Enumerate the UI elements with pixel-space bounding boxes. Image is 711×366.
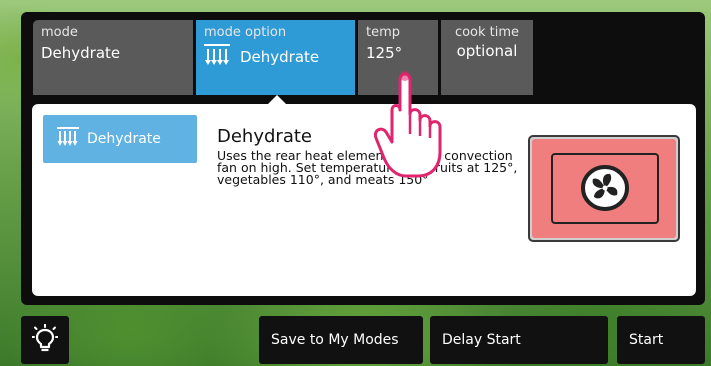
light-button[interactable] [21,316,69,364]
start-label: Start [629,332,664,348]
tab-mode-option[interactable]: mode option Dehydrate [196,20,355,95]
delay-start-label: Delay Start [442,332,521,348]
dehydrate-mode-button-label: Dehydrate [87,131,161,147]
dehydrate-element-icon [57,127,79,151]
dehydrate-mode-button[interactable]: Dehydrate [43,115,197,163]
convection-fan-icon [577,162,633,214]
tab-cook-time-value: optional [456,42,518,60]
tab-temp-value: 125° [366,44,403,62]
touch-hand-icon [370,62,450,180]
dehydrate-element-icon [204,44,230,70]
tab-mode-option-label: mode option [204,25,287,40]
mode-title: Dehydrate [217,126,312,147]
save-to-my-modes-button[interactable]: Save to My Modes [259,316,423,364]
tab-cook-time-label: cook time [454,25,520,40]
save-to-my-modes-label: Save to My Modes [271,332,399,348]
tab-mode-label: mode [41,25,78,40]
tab-mode[interactable]: mode Dehydrate [33,20,193,95]
start-button[interactable]: Start [617,316,705,364]
delay-start-button[interactable]: Delay Start [430,316,608,364]
tab-mode-option-value: Dehydrate [240,48,320,66]
tab-mode-value: Dehydrate [41,44,121,62]
light-bulb-icon [31,323,59,356]
tab-temp-label: temp [366,25,401,40]
tab-cook-time[interactable]: cook time optional [441,20,533,95]
